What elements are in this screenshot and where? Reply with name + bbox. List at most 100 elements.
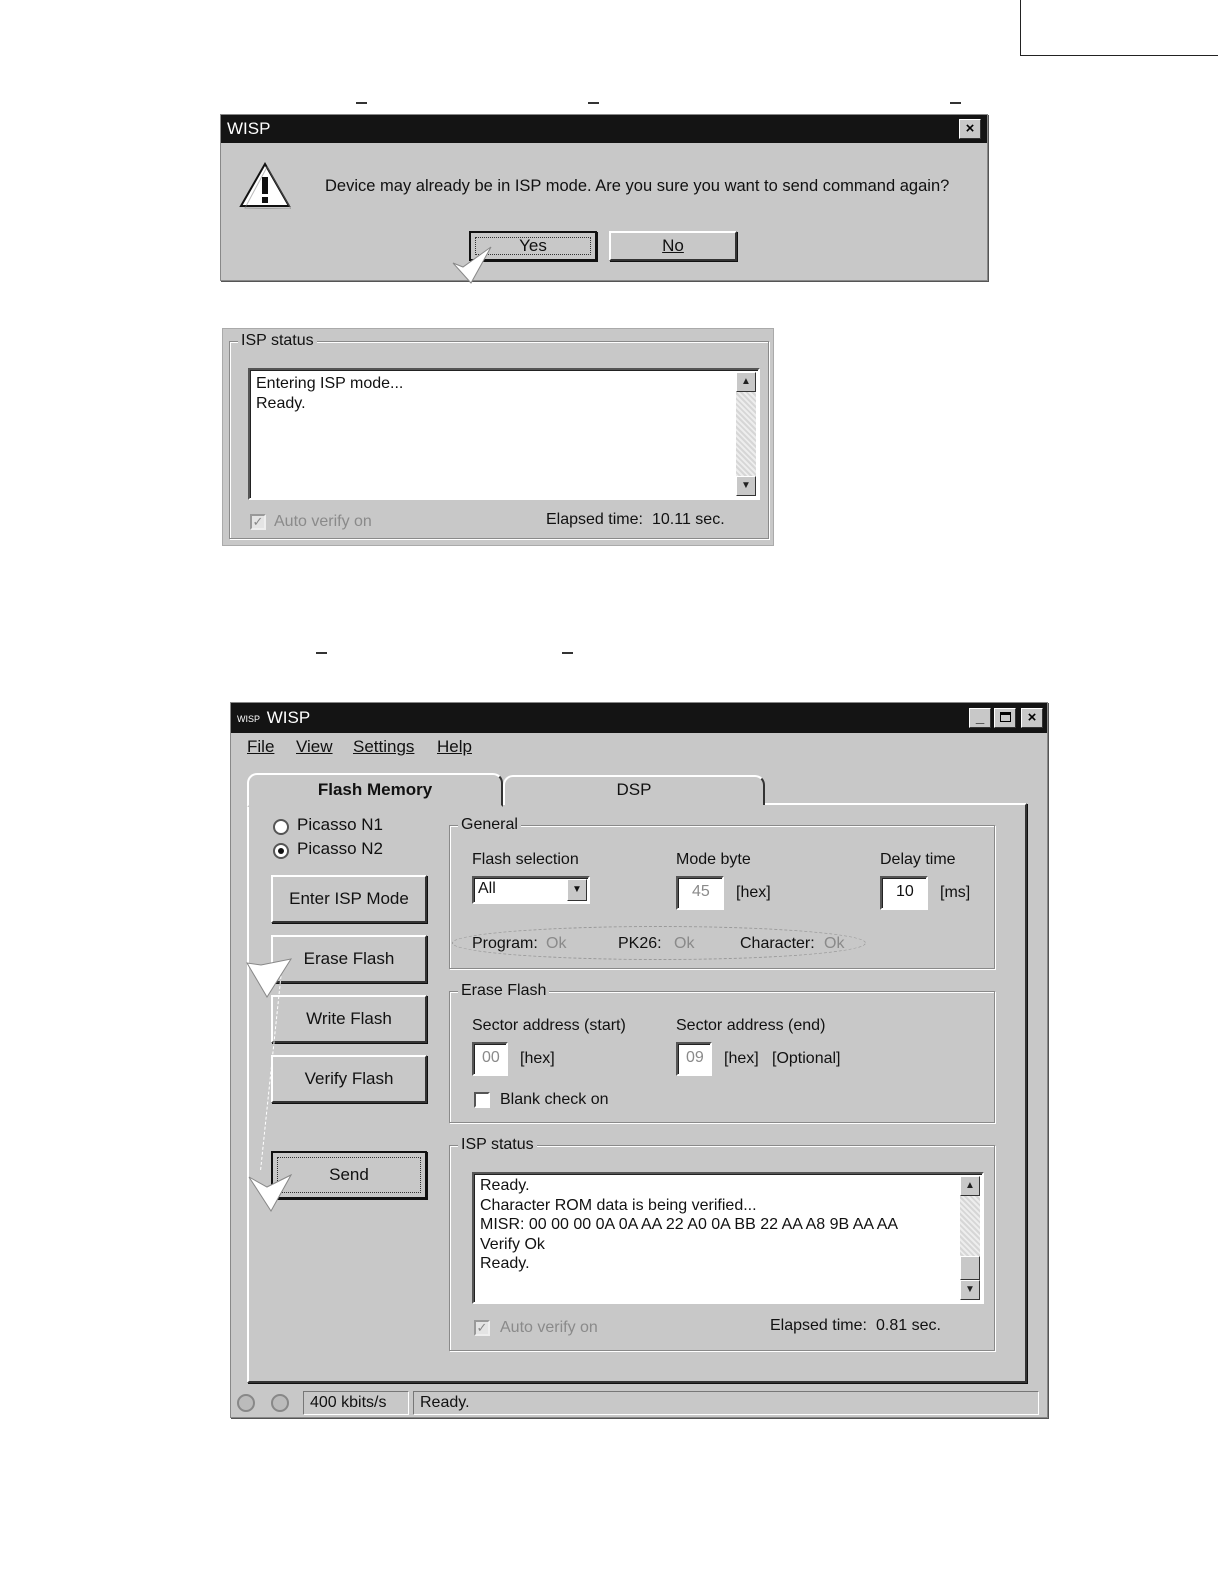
wisp-main-window: WISP WISP _ × File View Settings Help Fl… [230,702,1048,1418]
elapsed-time-value-small: 10.11 sec. [652,511,725,528]
checkmark-icon: ✓ [252,514,264,529]
log-line: Character ROM data is being verified... [480,1196,757,1214]
tab-flash-memory[interactable]: Flash Memory [247,773,503,807]
scrollbar[interactable]: ▲ ▼ [736,372,756,496]
confirm-dialog: WISP × Device may already be in ISP mode… [220,114,988,284]
isp-status-log-small[interactable]: Entering ISP mode... Ready. ▲ ▼ [248,368,760,500]
flash-selection-label: Flash selection [472,851,579,868]
status-bar: 400 kbits/s Ready. [233,1391,1045,1415]
confirm-dialog-titlebar: WISP × [221,115,987,143]
minimize-icon: _ [975,709,985,726]
confirm-message: Device may already be in ISP mode. Are y… [325,177,950,195]
verify-flash-label: Verify Flash [304,1069,394,1088]
scroll-down-arrow-icon[interactable]: ▼ [736,476,756,496]
radio-picasso-n1[interactable] [273,819,289,835]
auto-verify-checkbox[interactable]: ✓ [474,1320,490,1336]
blank-check-checkbox[interactable] [474,1092,490,1108]
sector-start-label: Sector address (start) [472,1017,626,1034]
enter-isp-mode-label: Enter ISP Mode [289,889,409,908]
menu-file[interactable]: File [247,737,274,757]
log-line: Ready. [480,1177,530,1194]
status-message: Ready. [420,1394,470,1411]
blank-check-label: Blank check on [500,1091,609,1108]
auto-verify-checkbox-small[interactable]: ✓ [250,514,266,530]
no-button[interactable]: No [609,231,737,261]
isp-status-group-small: ISP status Entering ISP mode... Ready. ▲… [229,331,769,539]
close-icon: × [965,120,975,137]
checkmark-icon: ✓ [476,1320,488,1335]
menu-help[interactable]: Help [437,737,472,757]
scrollbar[interactable]: ▲ ▼ [960,1176,980,1300]
character-value: Ok [824,935,845,952]
status-message-panel: Ready. [413,1391,1039,1415]
mouse-pointer-icon [248,1173,293,1212]
program-value: Ok [546,935,567,952]
log-line: MISR: 00 00 00 0A 0A AA 22 A0 0A BB 22 A… [480,1216,899,1233]
mode-byte-unit: [hex] [736,884,771,901]
isp-status-log[interactable]: Ready. Character ROM data is being verif… [472,1172,984,1304]
flash-selection-dropdown[interactable]: All ▼ [472,876,590,904]
tab-dsp[interactable]: DSP [503,775,765,805]
page-tick-mark [588,102,599,104]
delay-time-input[interactable]: 10 [880,876,928,910]
status-led-icon [271,1394,289,1412]
dropdown-arrow-icon[interactable]: ▼ [567,879,587,901]
scroll-up-arrow-icon[interactable]: ▲ [736,372,756,392]
minimize-button[interactable]: _ [969,708,991,728]
close-button[interactable]: × [1021,708,1043,728]
close-button[interactable]: × [959,119,981,139]
tab-flash-memory-label: Flash Memory [317,780,433,799]
mode-byte-label: Mode byte [676,851,751,868]
maximize-button[interactable] [994,708,1016,728]
verify-flash-button[interactable]: Verify Flash [271,1055,427,1103]
log-line: Ready. [480,1255,530,1272]
flash-selection-value: All [478,880,496,897]
page-tick-mark [356,102,367,104]
erase-flash-group-label: Erase Flash [458,981,550,1001]
scrollbar-thumb[interactable] [960,1256,980,1280]
sector-start-input[interactable]: 00 [472,1042,508,1076]
delay-time-label: Delay time [880,851,956,868]
page-tick-mark [562,652,573,654]
maximize-icon [999,712,1011,722]
main-titlebar: WISP WISP _ × [231,703,1047,733]
menu-view[interactable]: View [296,737,333,757]
sector-end-label: Sector address (end) [676,1017,826,1034]
isp-status-group: ISP status Ready. Character ROM data is … [449,1135,995,1351]
auto-verify-label: Auto verify on [500,1319,598,1336]
status-speed-panel: 400 kbits/s [303,1391,409,1415]
sector-start-unit: [hex] [520,1050,555,1067]
menu-settings[interactable]: Settings [353,737,414,757]
radio-picasso-n2-label: Picasso N2 [297,839,383,858]
scroll-up-arrow-icon[interactable]: ▲ [960,1176,980,1196]
close-icon: × [1027,709,1037,726]
warning-icon [239,161,291,209]
mouse-pointer-icon [452,246,492,284]
sector-end-unit: [hex] [724,1050,759,1067]
mouse-pointer-icon [246,958,293,998]
no-button-label: No [662,236,684,255]
isp-status-panel-small: ISP status Entering ISP mode... Ready. ▲… [222,328,774,546]
radio-picasso-n2[interactable] [273,843,289,859]
sector-end-optional: [Optional] [772,1050,841,1067]
elapsed-time-value: 0.81 sec. [876,1317,941,1334]
elapsed-time-label-small: Elapsed time: [546,511,643,528]
log-line: Verify Ok [480,1235,545,1253]
auto-verify-label-small: Auto verify on [274,513,372,530]
scroll-down-arrow-icon[interactable]: ▼ [960,1280,980,1300]
pk26-label: PK26: [618,935,662,952]
page-tick-mark [950,102,961,104]
confirm-dialog-title: WISP [227,119,271,138]
app-icon: WISP [237,713,261,724]
mode-byte-input[interactable]: 45 [676,876,724,910]
erase-flash-group: Erase Flash Sector address (start) 00 [h… [449,981,995,1123]
write-flash-button[interactable]: Write Flash [271,995,427,1043]
general-group: General Flash selection All ▼ Mode byte … [449,815,995,969]
erase-flash-label: Erase Flash [303,949,395,968]
isp-status-group-label-small: ISP status [238,331,317,351]
enter-isp-mode-button[interactable]: Enter ISP Mode [271,875,427,923]
sector-end-input[interactable]: 09 [676,1042,712,1076]
log-line: Entering ISP mode... [256,375,404,392]
tab-dsp-label: DSP [616,780,652,799]
pk26-value: Ok [674,935,695,952]
